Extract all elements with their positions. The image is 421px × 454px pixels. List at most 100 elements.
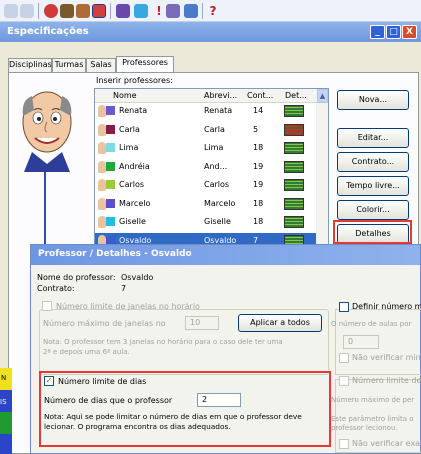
free-time-button[interactable]: Tempo livre... <box>337 176 409 196</box>
teacher-abbr-cell: Giselle <box>204 217 231 226</box>
lessons-limit-title: Número limite de au <box>352 376 421 385</box>
teacher-name-cell: Giselle <box>119 217 146 226</box>
days-note-line1: Nota: Aqui se pode limitar o número de d… <box>44 412 302 421</box>
subjects-icon[interactable] <box>44 4 58 18</box>
days-count-field[interactable]: 2 <box>197 393 241 407</box>
teacher-avatar <box>22 91 72 172</box>
teacher-color-swatch <box>106 161 115 171</box>
teacher-name-cell: Renata <box>119 106 148 115</box>
days-count-label: Número de dias que o professor <box>44 396 173 405</box>
teacher-icon <box>98 105 106 117</box>
teacher-count-cell: 18 <box>253 198 264 208</box>
teacher-icon <box>98 123 106 136</box>
toolbar-separator <box>110 3 111 19</box>
details-grid-icon <box>284 142 304 154</box>
tab-disciplinas[interactable]: Disciplinas <box>8 58 52 72</box>
check-icon[interactable] <box>134 4 148 18</box>
days-limit-checkbox[interactable]: ✓ <box>44 376 54 386</box>
table-row[interactable]: Lima Lima 18 <box>95 140 316 156</box>
table-row[interactable]: Giselle Giselle 18 <box>95 214 316 230</box>
chart-icon[interactable] <box>184 4 198 18</box>
tab-professores[interactable]: Professores <box>116 56 174 72</box>
teachers-list[interactable]: Nome Abrevi... Cont... Det... ▲ Renata Re… <box>94 88 329 270</box>
column-header-abbr[interactable]: Abrevi... <box>204 91 237 100</box>
apply-to-all-button[interactable]: Aplicar a todos <box>238 314 322 332</box>
windows-limit-label: Número limite de janelas no horário <box>56 302 200 311</box>
windows-limit-checkbox[interactable] <box>42 301 52 311</box>
teacher-name-cell: Andréia <box>119 161 150 171</box>
redo-icon[interactable] <box>20 4 34 18</box>
colorize-button[interactable]: Colorir... <box>337 200 409 220</box>
classes-icon[interactable] <box>60 4 74 18</box>
teacher-icon <box>98 160 106 173</box>
details-grid-icon <box>284 216 304 228</box>
table-row[interactable]: Carlos Carlos 19 <box>95 177 316 193</box>
teachers-icon[interactable] <box>92 4 106 18</box>
teacher-abbr-cell: And... <box>204 161 228 171</box>
column-header-count[interactable]: Cont... <box>247 91 273 100</box>
no-check-min-checkbox[interactable] <box>339 353 349 363</box>
teacher-name-cell: Carlos <box>119 180 145 189</box>
details-grid-icon <box>284 105 304 117</box>
close-button[interactable]: X <box>402 25 417 39</box>
dialog-title: Professor / Detalhes - Osvaldo <box>38 249 192 259</box>
minimize-button[interactable]: _ <box>370 25 385 39</box>
toolbar-separator <box>38 3 39 19</box>
teacher-count-cell: 18 <box>253 143 264 152</box>
teacher-name-cell: Lima <box>119 143 139 152</box>
tab-turmas[interactable]: Turmas <box>52 58 86 72</box>
teacher-color-swatch <box>106 198 115 208</box>
teacher-color-swatch <box>106 180 115 189</box>
teacher-icon <box>98 179 106 191</box>
help-icon[interactable]: ? <box>206 4 220 18</box>
teacher-details-dialog: Professor / Detalhes - Osvaldo Nome do p… <box>30 244 421 454</box>
tab-salas[interactable]: Salas <box>86 58 116 72</box>
window-titlebar: Especificações _ □ X <box>0 22 421 42</box>
windows-note-line1: Nota: O professor tem 3 janelas no horár… <box>43 338 283 346</box>
table-row[interactable]: Andréia And... 19 <box>95 159 316 175</box>
undo-icon[interactable] <box>4 4 18 18</box>
edit-button[interactable]: Editar... <box>337 128 409 148</box>
list-header: Nome Abrevi... Cont... Det... <box>95 89 328 103</box>
strip-block <box>0 412 12 434</box>
teacher-abbr-cell: Carlos <box>204 180 230 189</box>
teacher-name-label: Nome do professor: <box>37 273 116 282</box>
new-button[interactable]: Nova... <box>337 90 409 110</box>
rooms-icon[interactable] <box>76 4 90 18</box>
maximize-button[interactable]: □ <box>386 25 401 39</box>
no-check-exhaust-checkbox[interactable] <box>339 439 349 449</box>
no-check-min-label: Não verificar min. <box>352 353 421 362</box>
column-header-details[interactable]: Det... <box>285 91 307 100</box>
strip-label: IS <box>0 398 7 406</box>
details-grid-icon <box>284 123 304 136</box>
details-grid-icon <box>284 160 304 173</box>
contract-button[interactable]: Contrato... <box>337 152 409 172</box>
table-row[interactable]: Carla Carla 5 <box>95 122 316 138</box>
teacher-name-cell: Carla <box>119 124 140 134</box>
teacher-color-swatch <box>106 217 115 226</box>
teacher-count-cell: 14 <box>253 106 264 115</box>
table-row[interactable]: Marcelo Marcelo 18 <box>95 196 316 212</box>
column-header-name[interactable]: Nome <box>113 91 137 100</box>
min-number-field[interactable]: 0 <box>343 335 379 349</box>
toolbar: ! ? <box>0 0 421 22</box>
lessons-limit-checkbox[interactable] <box>339 376 349 386</box>
contract-label: Contrato: <box>37 284 75 293</box>
strip-block <box>0 434 12 454</box>
strip-label: N <box>1 374 7 382</box>
teacher-color-swatch <box>106 106 115 115</box>
details-grid-icon <box>284 197 304 210</box>
windows-max-field[interactable]: 10 <box>185 316 219 330</box>
teacher-abbr-cell: Marcelo <box>204 198 236 208</box>
min-number-checkbox[interactable] <box>339 302 349 312</box>
warning-icon[interactable]: ! <box>152 4 166 18</box>
cards-icon[interactable] <box>116 4 130 18</box>
teacher-abbr-cell: Carla <box>204 124 225 134</box>
windows-max-label: Número máximo de janelas no <box>43 319 166 328</box>
teacher-color-swatch <box>106 124 115 134</box>
teacher-count-cell: 19 <box>253 180 264 189</box>
teacher-name-cell: Marcelo <box>119 198 151 208</box>
print-icon[interactable] <box>166 4 180 18</box>
table-row[interactable]: Renata Renata 14 <box>95 103 316 119</box>
scroll-up-button[interactable]: ▲ <box>317 89 328 103</box>
